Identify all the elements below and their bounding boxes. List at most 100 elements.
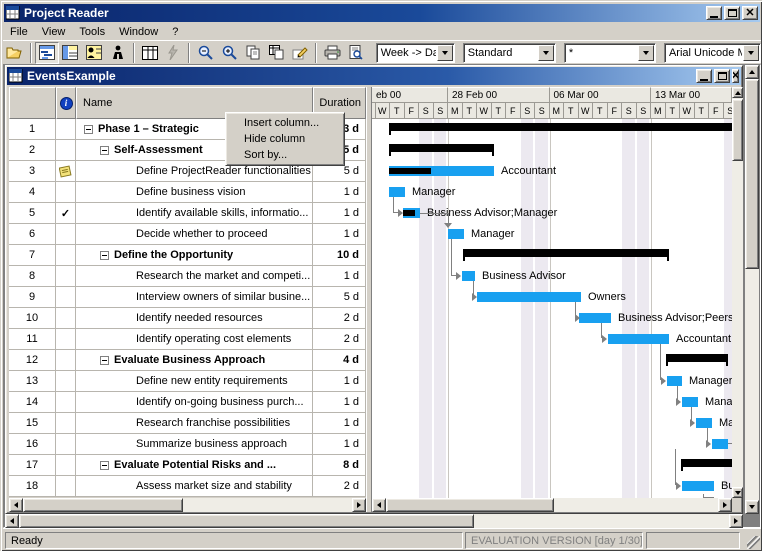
task-bar[interactable]: [403, 208, 420, 218]
dropdown-arrow-icon[interactable]: [436, 44, 453, 61]
zoom-out-button[interactable]: [193, 42, 217, 64]
task-bar[interactable]: [696, 418, 712, 428]
table-row[interactable]: 4 Define business vision 1 d: [9, 182, 366, 203]
lightning-button[interactable]: [162, 42, 186, 64]
table-row[interactable]: 14 Identify on-going business purch... 1 d: [9, 392, 366, 413]
summary-bar[interactable]: [681, 459, 732, 471]
search-combo[interactable]: *: [563, 42, 656, 63]
collapse-outline-icon[interactable]: [100, 355, 109, 365]
task-view-button[interactable]: [59, 42, 83, 64]
menu-file[interactable]: File: [3, 24, 35, 40]
scroll-left-arrow-icon[interactable]: [9, 498, 23, 512]
table-row[interactable]: 10 Identify needed resources 2 d: [9, 308, 366, 329]
scroll-up-arrow-icon[interactable]: [745, 65, 759, 79]
context-menu-item-hide-column[interactable]: Hide column: [226, 131, 344, 147]
menu-tools[interactable]: Tools: [72, 24, 112, 40]
scroll-up-arrow-icon[interactable]: [732, 87, 743, 98]
copy-button[interactable]: [241, 42, 265, 64]
mdi-hscrollbar[interactable]: [5, 514, 743, 528]
resize-grip[interactable]: [747, 536, 760, 549]
person-button[interactable]: [106, 42, 130, 64]
task-bar[interactable]: [477, 292, 581, 302]
filter-combo[interactable]: Standard: [462, 42, 556, 63]
table-row[interactable]: 18 Assess market size and stability 2 d: [9, 476, 366, 497]
table-row[interactable]: 5 ✓ Identify available skills, informatio.…: [9, 203, 366, 224]
scroll-right-arrow-icon[interactable]: [729, 514, 743, 528]
day-header-cell: F: [404, 103, 419, 119]
task-bar[interactable]: [682, 481, 714, 491]
context-menu-item-insert-column[interactable]: Insert column...: [226, 115, 344, 131]
export-button[interactable]: [288, 42, 312, 64]
summary-bar[interactable]: [463, 249, 669, 261]
gantt-hscrollbar[interactable]: [372, 498, 732, 512]
scroll-thumb[interactable]: [732, 99, 743, 161]
day-header-cell: T: [694, 103, 709, 119]
table-button[interactable]: [138, 42, 162, 64]
timescale-combo[interactable]: Week -> Day: [375, 42, 455, 63]
table-row[interactable]: 7 Define the Opportunity 10 d: [9, 245, 366, 266]
table-hscrollbar[interactable]: [9, 498, 366, 512]
scroll-right-arrow-icon[interactable]: [352, 498, 366, 512]
font-combo[interactable]: Arial Unicode MS: [663, 42, 761, 63]
scroll-left-arrow-icon[interactable]: [5, 514, 19, 528]
resource-view-button[interactable]: [82, 42, 106, 64]
dropdown-arrow-icon[interactable]: [742, 44, 759, 61]
close-button[interactable]: ✕: [742, 6, 758, 20]
table-row[interactable]: 17 Evaluate Potential Risks and ... 8 d: [9, 455, 366, 476]
menu-window[interactable]: Window: [112, 24, 165, 40]
collapse-outline-icon[interactable]: [84, 124, 93, 134]
gantt-view-button[interactable]: [34, 41, 59, 64]
print-button[interactable]: [320, 42, 344, 64]
task-bar[interactable]: [389, 187, 405, 197]
column-header-rownum[interactable]: [9, 87, 56, 119]
table-row[interactable]: 6 Decide whether to proceed 1 d: [9, 224, 366, 245]
dropdown-arrow-icon[interactable]: [637, 44, 654, 61]
scroll-right-arrow-icon[interactable]: [718, 498, 732, 512]
collapse-outline-icon[interactable]: [100, 250, 109, 260]
scroll-down-arrow-icon[interactable]: [732, 487, 743, 498]
task-bar[interactable]: [712, 439, 728, 449]
mdi-vscrollbar[interactable]: [745, 65, 759, 514]
task-bar[interactable]: [579, 313, 611, 323]
print-preview-button[interactable]: [344, 42, 368, 64]
collapse-outline-icon[interactable]: [100, 460, 109, 470]
doc-minimize-button[interactable]: [696, 69, 712, 83]
table-row[interactable]: 11 Identify operating cost elements 2 d: [9, 329, 366, 350]
gantt-vscrollbar[interactable]: [732, 87, 743, 498]
task-bar[interactable]: [608, 334, 669, 344]
summary-bar[interactable]: [666, 354, 728, 366]
task-bar[interactable]: [389, 166, 494, 176]
collapse-outline-icon[interactable]: [100, 145, 109, 155]
task-bar[interactable]: [667, 376, 682, 386]
column-header-info[interactable]: i: [56, 87, 76, 119]
table-row[interactable]: 13 Define new entity requirements 1 d: [9, 371, 366, 392]
dropdown-arrow-icon[interactable]: [537, 44, 554, 61]
table-row[interactable]: 9 Interview owners of similar busine... 5 …: [9, 287, 366, 308]
open-button[interactable]: [3, 42, 27, 64]
table-row[interactable]: 8 Research the market and competi... 1 d: [9, 266, 366, 287]
menu-view[interactable]: View: [35, 24, 73, 40]
scroll-thumb[interactable]: [386, 498, 554, 512]
day-header-cell: M: [549, 103, 564, 119]
context-menu-item-sort-by[interactable]: Sort by...: [226, 147, 344, 163]
scroll-down-arrow-icon[interactable]: [745, 500, 759, 514]
task-bar[interactable]: [462, 271, 475, 281]
table-row[interactable]: 15 Research franchise possibilities 1 d: [9, 413, 366, 434]
menu-[interactable]: ?: [165, 24, 185, 40]
scroll-thumb[interactable]: [19, 514, 474, 528]
table-row[interactable]: 16 Summarize business approach 1 d: [9, 434, 366, 455]
scroll-left-arrow-icon[interactable]: [372, 498, 386, 512]
minimize-button[interactable]: [706, 6, 722, 20]
task-bar[interactable]: [682, 397, 698, 407]
doc-maximize-button[interactable]: [714, 69, 730, 83]
maximize-button[interactable]: [724, 6, 740, 20]
table-row[interactable]: 12 Evaluate Business Approach 4 d: [9, 350, 366, 371]
scroll-thumb[interactable]: [23, 498, 183, 512]
zoom-in-button[interactable]: [217, 42, 241, 64]
summary-bar[interactable]: [389, 144, 494, 156]
summary-bar[interactable]: [389, 123, 732, 135]
copy-table-button[interactable]: [265, 42, 289, 64]
doc-close-button[interactable]: ✕: [732, 69, 739, 83]
scroll-thumb[interactable]: [745, 79, 759, 269]
task-bar[interactable]: [448, 229, 464, 239]
